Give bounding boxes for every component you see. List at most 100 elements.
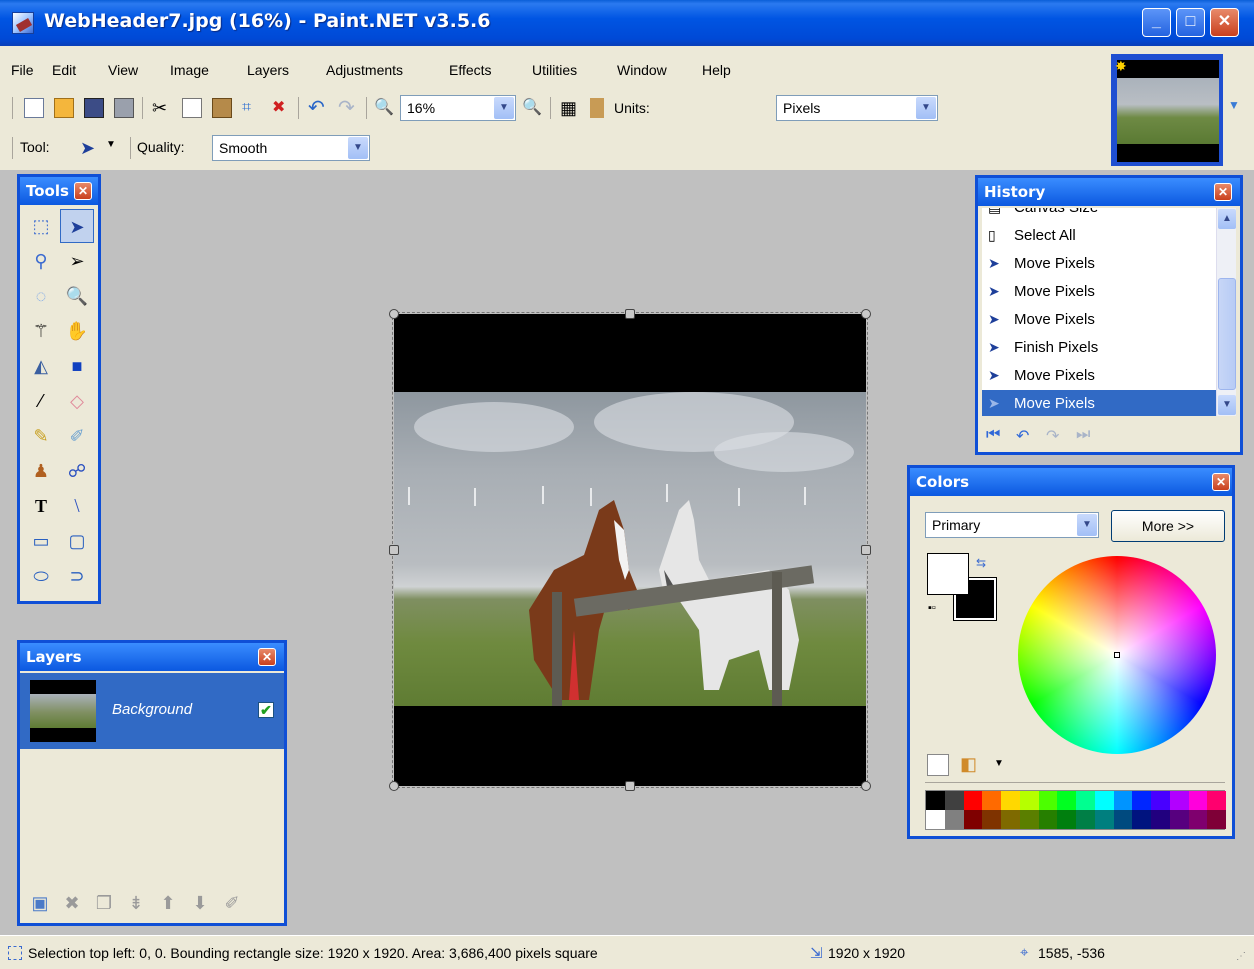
open-icon[interactable] [54,98,74,118]
history-item[interactable]: ➤ Move Pixels [982,250,1216,278]
resize-handle-right[interactable] [861,545,871,555]
palette-swatch[interactable] [1188,791,1208,810]
palette-swatch[interactable] [1057,810,1076,829]
resize-handle-bottom-right[interactable] [861,781,871,791]
undo-step-icon[interactable]: ↶ [1016,426,1029,446]
resize-handle-bottom[interactable] [625,781,635,791]
menu-utilities[interactable]: Utilities [532,62,577,78]
resize-handle-top-left[interactable] [389,309,399,319]
palette-swatch[interactable] [1132,810,1151,829]
chevron-down-icon[interactable]: ▼ [494,97,514,119]
palette-swatch[interactable] [1132,791,1151,810]
resize-grip-icon[interactable]: ⋰ [1236,951,1250,965]
menu-edit[interactable]: Edit [52,62,76,78]
scroll-down-icon[interactable]: ▼ [1218,395,1236,415]
palette-swatch[interactable] [963,791,983,810]
fast-forward-to-end-icon[interactable]: ⏭ [1076,426,1090,444]
resize-handle-bottom-left[interactable] [389,781,399,791]
image-list-dropdown-icon[interactable]: ▼ [1228,98,1240,112]
menu-effects[interactable]: Effects [449,62,492,78]
color-picker-icon[interactable]: ✐ [60,419,94,453]
history-scrollbar[interactable]: ▲ ▼ [1216,208,1236,416]
redo-step-icon[interactable]: ↷ [1046,426,1059,446]
menu-image[interactable]: Image [170,62,209,78]
history-item[interactable]: ➤ Finish Pixels [982,334,1216,362]
history-close-icon[interactable]: ✕ [1214,183,1232,201]
close-button[interactable]: ✕ [1210,8,1239,37]
crop-to-selection-icon[interactable]: ⌗ [242,98,262,118]
palette-chevron-down-icon[interactable]: ▼ [994,758,1004,769]
palette-swatch[interactable] [982,810,1001,829]
gradient-icon[interactable]: ■ [60,349,94,383]
ellipse-shape-icon[interactable]: ⬭ [24,559,58,593]
magic-wand-icon[interactable]: ⚚ [24,314,58,348]
move-layer-up-icon[interactable]: ⬆ [156,891,180,915]
print-icon[interactable] [114,98,134,118]
image-tab-thumbnail[interactable]: ✸ [1111,54,1223,166]
layers-close-icon[interactable]: ✕ [258,648,276,666]
eraser-icon[interactable]: ◇ [60,384,94,418]
resize-handle-top-right[interactable] [861,309,871,319]
palette-swatch[interactable] [1113,791,1133,810]
palette-menu-icon[interactable]: ◧ [960,754,977,775]
move-selection-icon[interactable]: ➢ [60,244,94,278]
palette-swatch[interactable] [1001,791,1020,810]
history-item[interactable]: ➤ Move Pixels [982,278,1216,306]
history-item[interactable]: ➤ Move Pixels [982,306,1216,334]
duplicate-layer-icon[interactable]: ❐ [92,891,116,915]
palette-swatch[interactable] [1094,810,1114,829]
text-tool-icon[interactable]: T [24,489,58,523]
menu-layers[interactable]: Layers [247,62,289,78]
menu-view[interactable]: View [108,62,138,78]
rounded-rectangle-icon[interactable]: ▢ [60,524,94,558]
merge-layer-down-icon[interactable]: ⇟ [124,891,148,915]
maximize-button[interactable]: □ [1176,8,1205,37]
palette-swatch[interactable] [1151,791,1170,810]
menu-file[interactable]: File [11,62,34,78]
history-item[interactable]: ▤Canvas Size [982,208,1216,222]
palette-swatch[interactable] [1169,791,1189,810]
layer-row[interactable]: Background ✔ [20,673,284,749]
app-icon[interactable] [12,12,34,34]
palette-swatch[interactable] [1038,791,1058,810]
image-canvas[interactable] [394,314,866,786]
scroll-up-icon[interactable]: ▲ [1218,209,1236,229]
redo-icon[interactable]: ↷ [338,98,358,118]
clone-stamp-icon[interactable]: ♟ [24,454,58,488]
move-layer-down-icon[interactable]: ⬇ [188,891,212,915]
paste-icon[interactable] [212,98,232,118]
move-selected-pixels-icon[interactable]: ➤ [80,138,100,158]
undo-icon[interactable]: ↶ [308,98,328,118]
add-layer-icon[interactable]: ▣ [28,891,52,915]
menu-help[interactable]: Help [702,62,731,78]
add-to-palette-icon[interactable] [927,754,949,776]
cut-icon[interactable]: ✂ [152,98,172,118]
palette-swatch[interactable] [1151,810,1170,829]
zoom-in-icon[interactable]: 🔍 [522,98,542,118]
history-item-selected[interactable]: ➤ Move Pixels [982,390,1216,416]
palette-swatch[interactable] [944,791,964,810]
save-icon[interactable] [84,98,104,118]
delete-layer-icon[interactable]: ✖ [60,891,84,915]
menu-adjustments[interactable]: Adjustments [326,62,403,78]
primary-color-swatch[interactable] [927,553,969,595]
pan-hand-icon[interactable]: ✋ [60,314,94,348]
palette-swatch[interactable] [1169,810,1189,829]
paintbrush-icon[interactable]: ⁄ [24,384,58,418]
layer-properties-icon[interactable]: ✐ [220,891,244,915]
palette-swatch[interactable] [982,791,1001,810]
palette-swatch[interactable] [1057,791,1076,810]
history-panel-title[interactable]: History [978,178,1240,206]
chevron-down-icon[interactable]: ▼ [916,97,936,119]
palette-swatch[interactable] [1207,791,1226,810]
reset-colors-icon[interactable]: ▪▫ [928,602,936,614]
palette-swatch[interactable] [1188,810,1208,829]
palette-swatch[interactable] [1207,810,1226,829]
palette-swatch[interactable] [926,810,945,829]
ellipse-select-icon[interactable]: ◌ [24,279,58,313]
pencil-icon[interactable]: ✎ [24,419,58,453]
line-curve-icon[interactable]: ⧵ [60,489,94,523]
colors-panel-title[interactable]: Colors [910,468,1232,496]
recolor-icon[interactable]: ☍ [60,454,94,488]
quality-select[interactable]: Smooth ▼ [212,135,370,161]
